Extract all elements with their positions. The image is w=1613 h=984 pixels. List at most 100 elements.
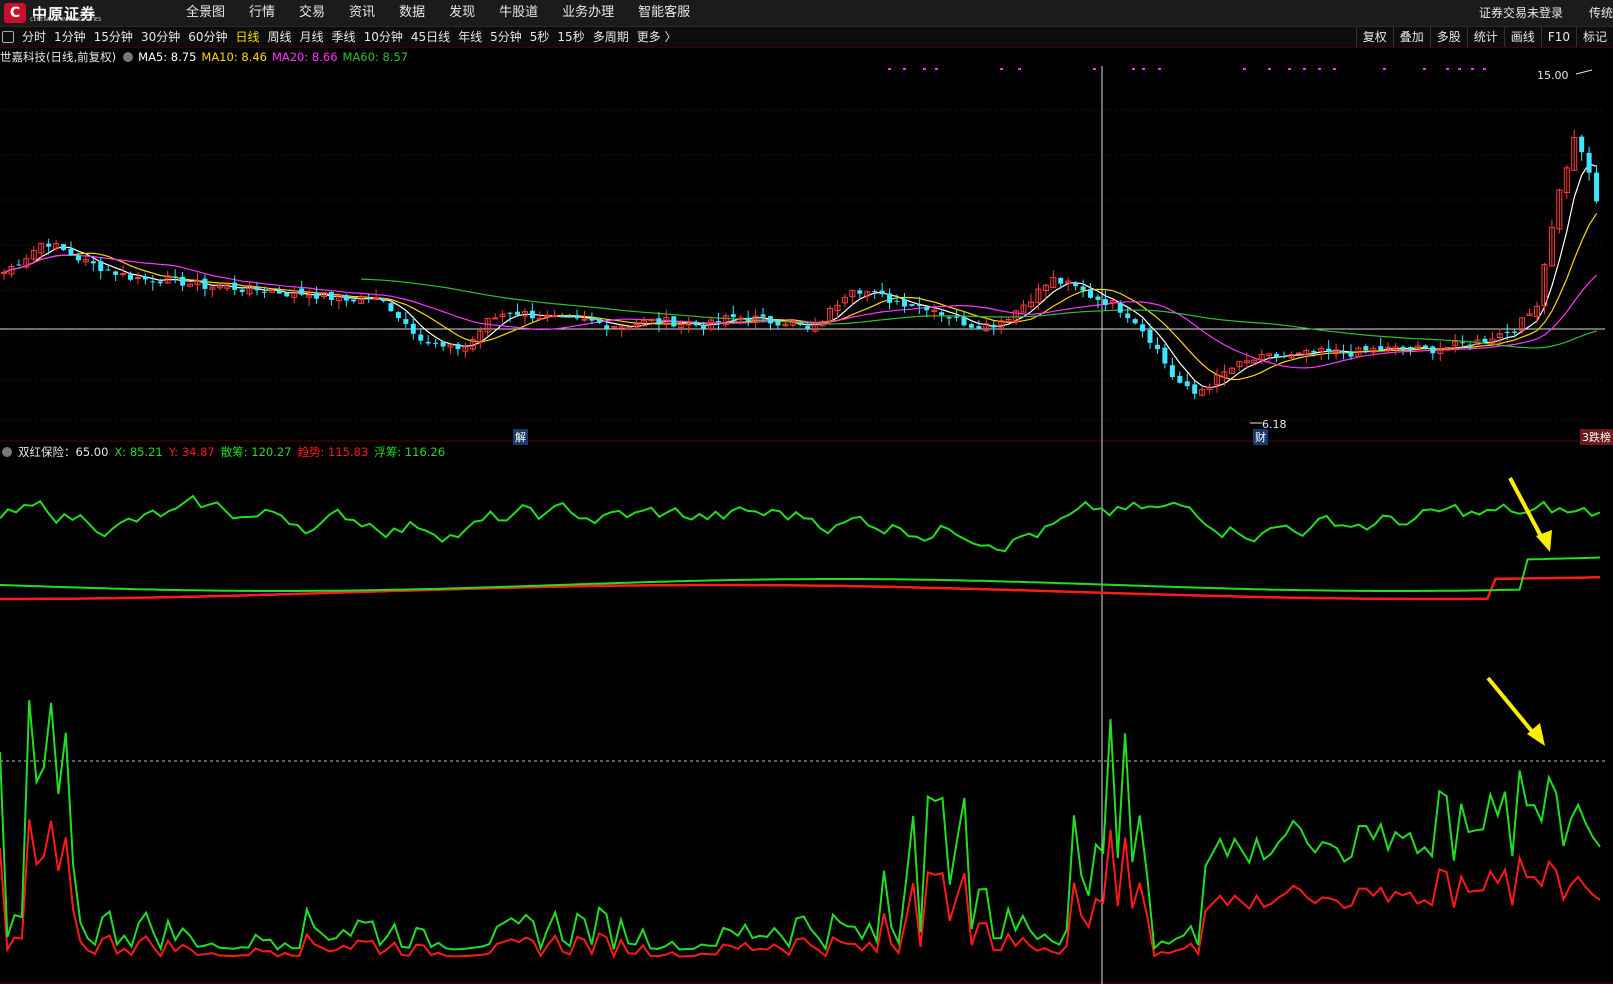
candle-body-down (98, 261, 104, 272)
candle-body-down (1504, 331, 1510, 333)
signal-marker (1158, 68, 1161, 70)
signal-marker (1132, 68, 1135, 70)
candle-body-down (1512, 331, 1518, 333)
candle-body-down (775, 320, 781, 326)
candle-body-down (559, 316, 565, 318)
indicator-sanchou-line (0, 494, 1601, 553)
ma60-line (361, 278, 1597, 349)
candle-body-down (1154, 344, 1160, 350)
candle-body-down (1467, 344, 1473, 347)
candle-body-down (1132, 319, 1138, 324)
signal-marker (1093, 68, 1096, 70)
indicator-panel-1 (0, 477, 1601, 601)
candle-body-down (1162, 347, 1168, 364)
candle-body-down (968, 324, 974, 328)
candle-body-down (261, 291, 267, 293)
candle-body-down (1274, 353, 1280, 358)
candle-body-down (425, 341, 431, 344)
ma10-line (3, 213, 1598, 381)
candle-body-down (857, 290, 863, 294)
signal-marker (1000, 68, 1003, 70)
candle-body-down (1140, 324, 1146, 332)
kline-chart[interactable] (0, 0, 1613, 984)
candle-body-down (879, 290, 885, 295)
candle-body-down (887, 293, 893, 303)
signal-marker (1483, 68, 1486, 70)
candle-body-down (433, 342, 439, 344)
candle-body-down (418, 334, 424, 341)
candle-body-down (1311, 350, 1317, 353)
candle-body-down (916, 305, 922, 307)
candle-body-down (343, 295, 349, 301)
candle-body-down (596, 318, 602, 323)
candle-body-down (1095, 296, 1101, 300)
ma20-line (3, 254, 1598, 369)
high-pointer (1575, 69, 1593, 75)
candle-body-down (1073, 282, 1079, 287)
candle-body-down (180, 276, 186, 286)
signal-marker (1423, 68, 1426, 70)
candle-body-down (1341, 352, 1347, 354)
candle-body-down (1400, 346, 1406, 350)
event-marker-cai[interactable]: 财 (1253, 429, 1268, 445)
candle-body-down (128, 274, 134, 280)
candle-body-down (46, 243, 52, 247)
candle-body-up (120, 273, 127, 276)
candle-body-down (157, 281, 163, 284)
signal-marker (903, 68, 906, 70)
candle-body-down (604, 325, 610, 329)
candle-body-down (529, 310, 535, 319)
candle-body-down (142, 276, 148, 280)
candle-body-down (1058, 277, 1064, 284)
candle-body-down (440, 341, 446, 347)
candle-body-down (1348, 352, 1354, 357)
signal-marker (1383, 68, 1386, 70)
chart-grid (0, 66, 1613, 984)
candle-body-down (1326, 348, 1332, 352)
signal-marker (1142, 68, 1145, 70)
candle-body-up (1295, 352, 1302, 355)
arrow-indicator (1486, 676, 1537, 737)
candlesticks (1, 129, 1600, 400)
candle-body-down (976, 326, 982, 330)
candle-body-down (730, 314, 736, 318)
candle-body-down (901, 299, 907, 307)
candle-body-down (403, 319, 409, 324)
signal-marker (1303, 68, 1306, 70)
indicator-qushi-line (0, 576, 1601, 601)
candle-body-down (1177, 375, 1183, 383)
candle-body-down (1422, 345, 1428, 348)
candle-body-down (1378, 346, 1384, 351)
event-marker-jie[interactable]: 解 (513, 429, 528, 445)
candle-body-down (1460, 342, 1466, 344)
signal-marker (1268, 68, 1271, 70)
candle-body-down (395, 312, 401, 319)
candle-body-down (1579, 136, 1585, 153)
candle-body-down (1192, 384, 1198, 394)
candle-body-up (737, 317, 744, 320)
candle-body-down (507, 312, 513, 314)
candle-body-down (1482, 338, 1488, 343)
signal-marker (1243, 68, 1246, 70)
candle-body-down (1088, 289, 1094, 298)
signal-marker (1318, 68, 1321, 70)
candle-body-down (1408, 347, 1414, 350)
candle-body-down (455, 343, 461, 350)
candle-body-down (939, 312, 945, 316)
candle-body-down (276, 290, 282, 294)
candle-body-down (574, 315, 580, 319)
indicator-panel-2 (0, 676, 1601, 960)
signal-marker (888, 68, 891, 70)
candle-body-down (567, 316, 573, 318)
candle-body-down (1594, 172, 1600, 202)
event-marker-dieban[interactable]: 3跌榜 (1580, 429, 1613, 445)
candle-body-down (1586, 152, 1592, 173)
signal-marker (1458, 68, 1461, 70)
candle-body-down (150, 281, 156, 283)
candle-body-down (894, 300, 900, 302)
candle-body-down (768, 316, 774, 324)
candle-body-down (1184, 381, 1190, 387)
candle-body-down (1080, 286, 1086, 291)
candle-body-down (68, 248, 74, 256)
candle-body-down (745, 317, 751, 322)
